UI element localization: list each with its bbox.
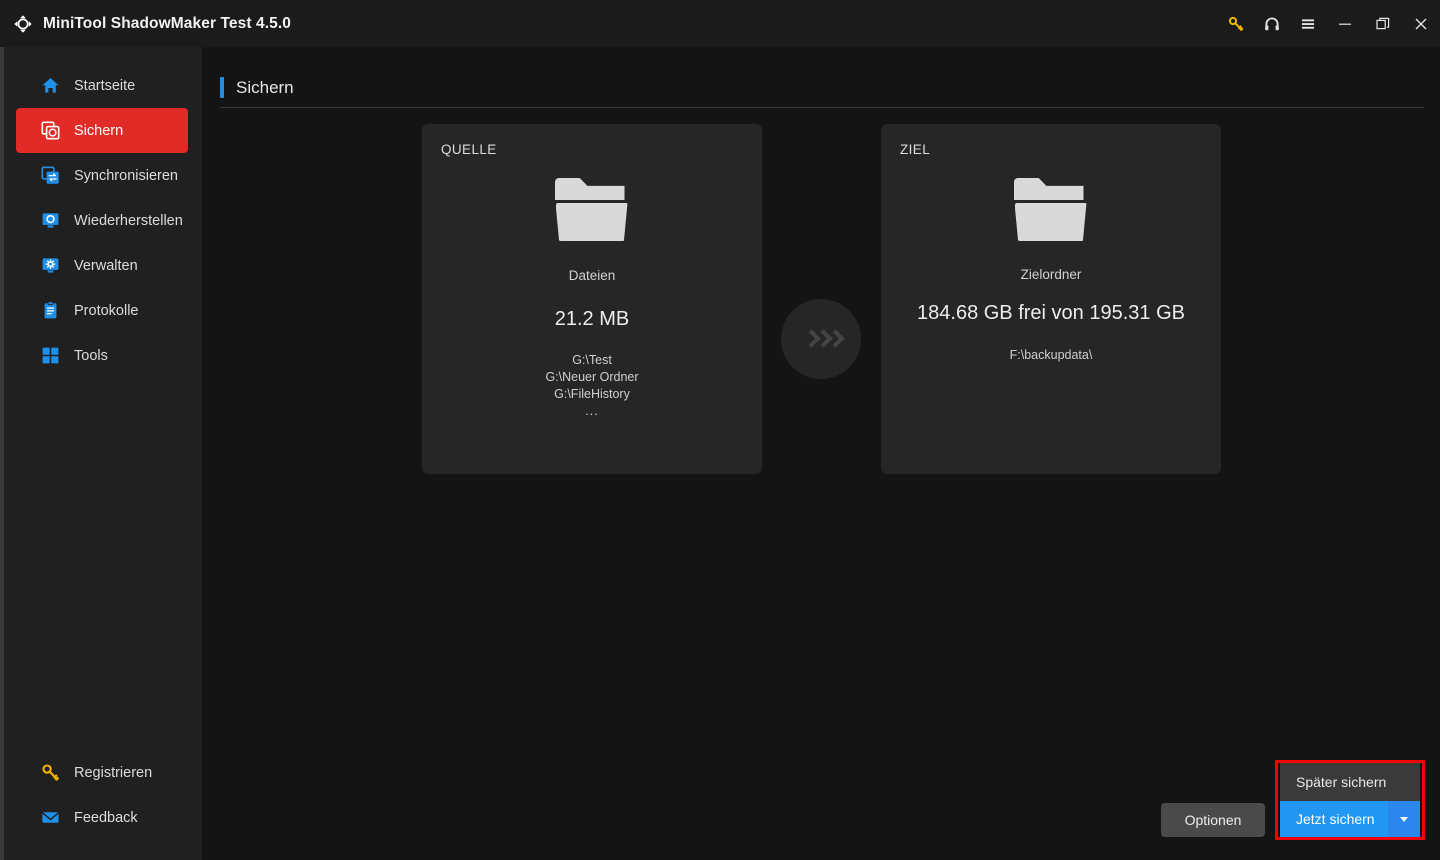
envelope-icon	[41, 808, 60, 827]
sidebar-item-synchronisieren[interactable]: Synchronisieren	[16, 153, 188, 198]
sidebar-item-label: Verwalten	[74, 257, 138, 274]
sidebar-item-label: Wiederherstellen	[74, 212, 183, 229]
page-header-divider	[220, 107, 1424, 108]
target-path: F:\backupdata\	[881, 347, 1221, 364]
sidebar-item-label: Tools	[74, 347, 108, 364]
window-title: MiniTool ShadowMaker Test 4.5.0	[43, 14, 291, 32]
target-card[interactable]: ZIEL Zielordner 184.68 GB frei von 195.3…	[881, 124, 1221, 474]
backup-now-dropdown-toggle[interactable]	[1388, 801, 1420, 837]
key-icon	[41, 763, 60, 782]
source-size-label: 21.2 MB	[554, 308, 630, 330]
options-button[interactable]: Optionen	[1161, 803, 1265, 837]
page-header: Sichern	[220, 77, 294, 98]
sidebar-item-label: Startseite	[74, 77, 136, 94]
backup-later-menu-item[interactable]: Später sichern	[1280, 763, 1420, 801]
sidebar-item-label: Synchronisieren	[74, 167, 178, 184]
source-path-item: G:\Neuer Ordner	[545, 370, 639, 384]
manage-gear-monitor-icon	[41, 256, 60, 275]
license-key-icon[interactable]	[1218, 0, 1254, 47]
source-card-kicker: QUELLE	[441, 142, 497, 157]
home-icon	[41, 76, 60, 95]
sidebar-item-protokolle[interactable]: Protokolle	[16, 288, 188, 333]
close-icon[interactable]	[1402, 0, 1440, 47]
logs-clipboard-icon	[41, 301, 60, 320]
backup-icon	[41, 121, 60, 140]
refresh-arrows-icon	[12, 13, 34, 35]
source-path-more: ...	[585, 404, 599, 418]
sidebar-nav: Startseite Sichern Synchronisieren Wiede…	[0, 63, 203, 378]
sidebar-item-feedback[interactable]: Feedback	[16, 795, 188, 840]
target-folder-icon-wrap	[881, 178, 1221, 241]
target-path-item: F:\backupdata\	[1009, 348, 1093, 362]
backup-now-button[interactable]: Jetzt sichern	[1280, 801, 1388, 837]
page-title-accent-bar	[220, 77, 224, 98]
sidebar-item-startseite[interactable]: Startseite	[16, 63, 188, 108]
sidebar-item-label: Protokolle	[74, 302, 139, 319]
folder-icon	[554, 178, 630, 241]
target-type-label: Zielordner	[1020, 267, 1082, 282]
title-bar-left: MiniTool ShadowMaker Test 4.5.0	[0, 13, 291, 35]
chevron-down-icon	[1400, 816, 1408, 822]
title-bar-controls	[1218, 0, 1440, 47]
application-window: MiniTool ShadowMaker Test 4.5.0 Startsei…	[0, 0, 1440, 860]
page-title: Sichern	[236, 77, 294, 97]
tools-grid-icon	[41, 346, 60, 365]
sidebar-item-label: Feedback	[74, 809, 138, 826]
sidebar-item-wiederherstellen[interactable]: Wiederherstellen	[16, 198, 188, 243]
source-card[interactable]: QUELLE Dateien 21.2 MB G:\Test G:\Neuer …	[422, 124, 762, 474]
source-type-label: Dateien	[568, 268, 616, 283]
chevrons-right-icon	[781, 299, 861, 379]
sidebar-item-sichern[interactable]: Sichern	[16, 108, 188, 153]
menu-hamburger-icon[interactable]	[1290, 0, 1326, 47]
target-card-kicker: ZIEL	[900, 142, 931, 157]
source-folder-icon-wrap	[422, 178, 762, 241]
sidebar-item-registrieren[interactable]: Registrieren	[16, 750, 188, 795]
sync-icon	[41, 166, 60, 185]
support-headset-icon[interactable]	[1254, 0, 1290, 47]
sidebar-item-verwalten[interactable]: Verwalten	[16, 243, 188, 288]
folder-icon	[1013, 178, 1089, 241]
backup-now-split-button[interactable]: Jetzt sichern	[1280, 801, 1420, 837]
source-path-item: G:\Test	[572, 353, 612, 367]
minimize-icon[interactable]	[1326, 0, 1364, 47]
source-path-list: G:\Test G:\Neuer Ordner G:\FileHistory .…	[422, 352, 762, 420]
main-content: Sichern QUELLE Dateien 21.2 MB G:\Test G…	[204, 47, 1440, 860]
sidebar-item-tools[interactable]: Tools	[16, 333, 188, 378]
restore-icon[interactable]	[1364, 0, 1402, 47]
title-bar: MiniTool ShadowMaker Test 4.5.0	[0, 0, 1440, 47]
sidebar-bottom-nav: Registrieren Feedback	[0, 750, 203, 840]
sidebar-item-label: Sichern	[74, 122, 124, 139]
sidebar-item-label: Registrieren	[74, 764, 153, 781]
source-path-item: G:\FileHistory	[554, 387, 630, 401]
target-capacity-label: 184.68 GB frei von 195.31 GB	[917, 302, 1185, 324]
sidebar: Startseite Sichern Synchronisieren Wiede…	[0, 47, 203, 860]
restore-monitor-icon	[41, 211, 60, 230]
